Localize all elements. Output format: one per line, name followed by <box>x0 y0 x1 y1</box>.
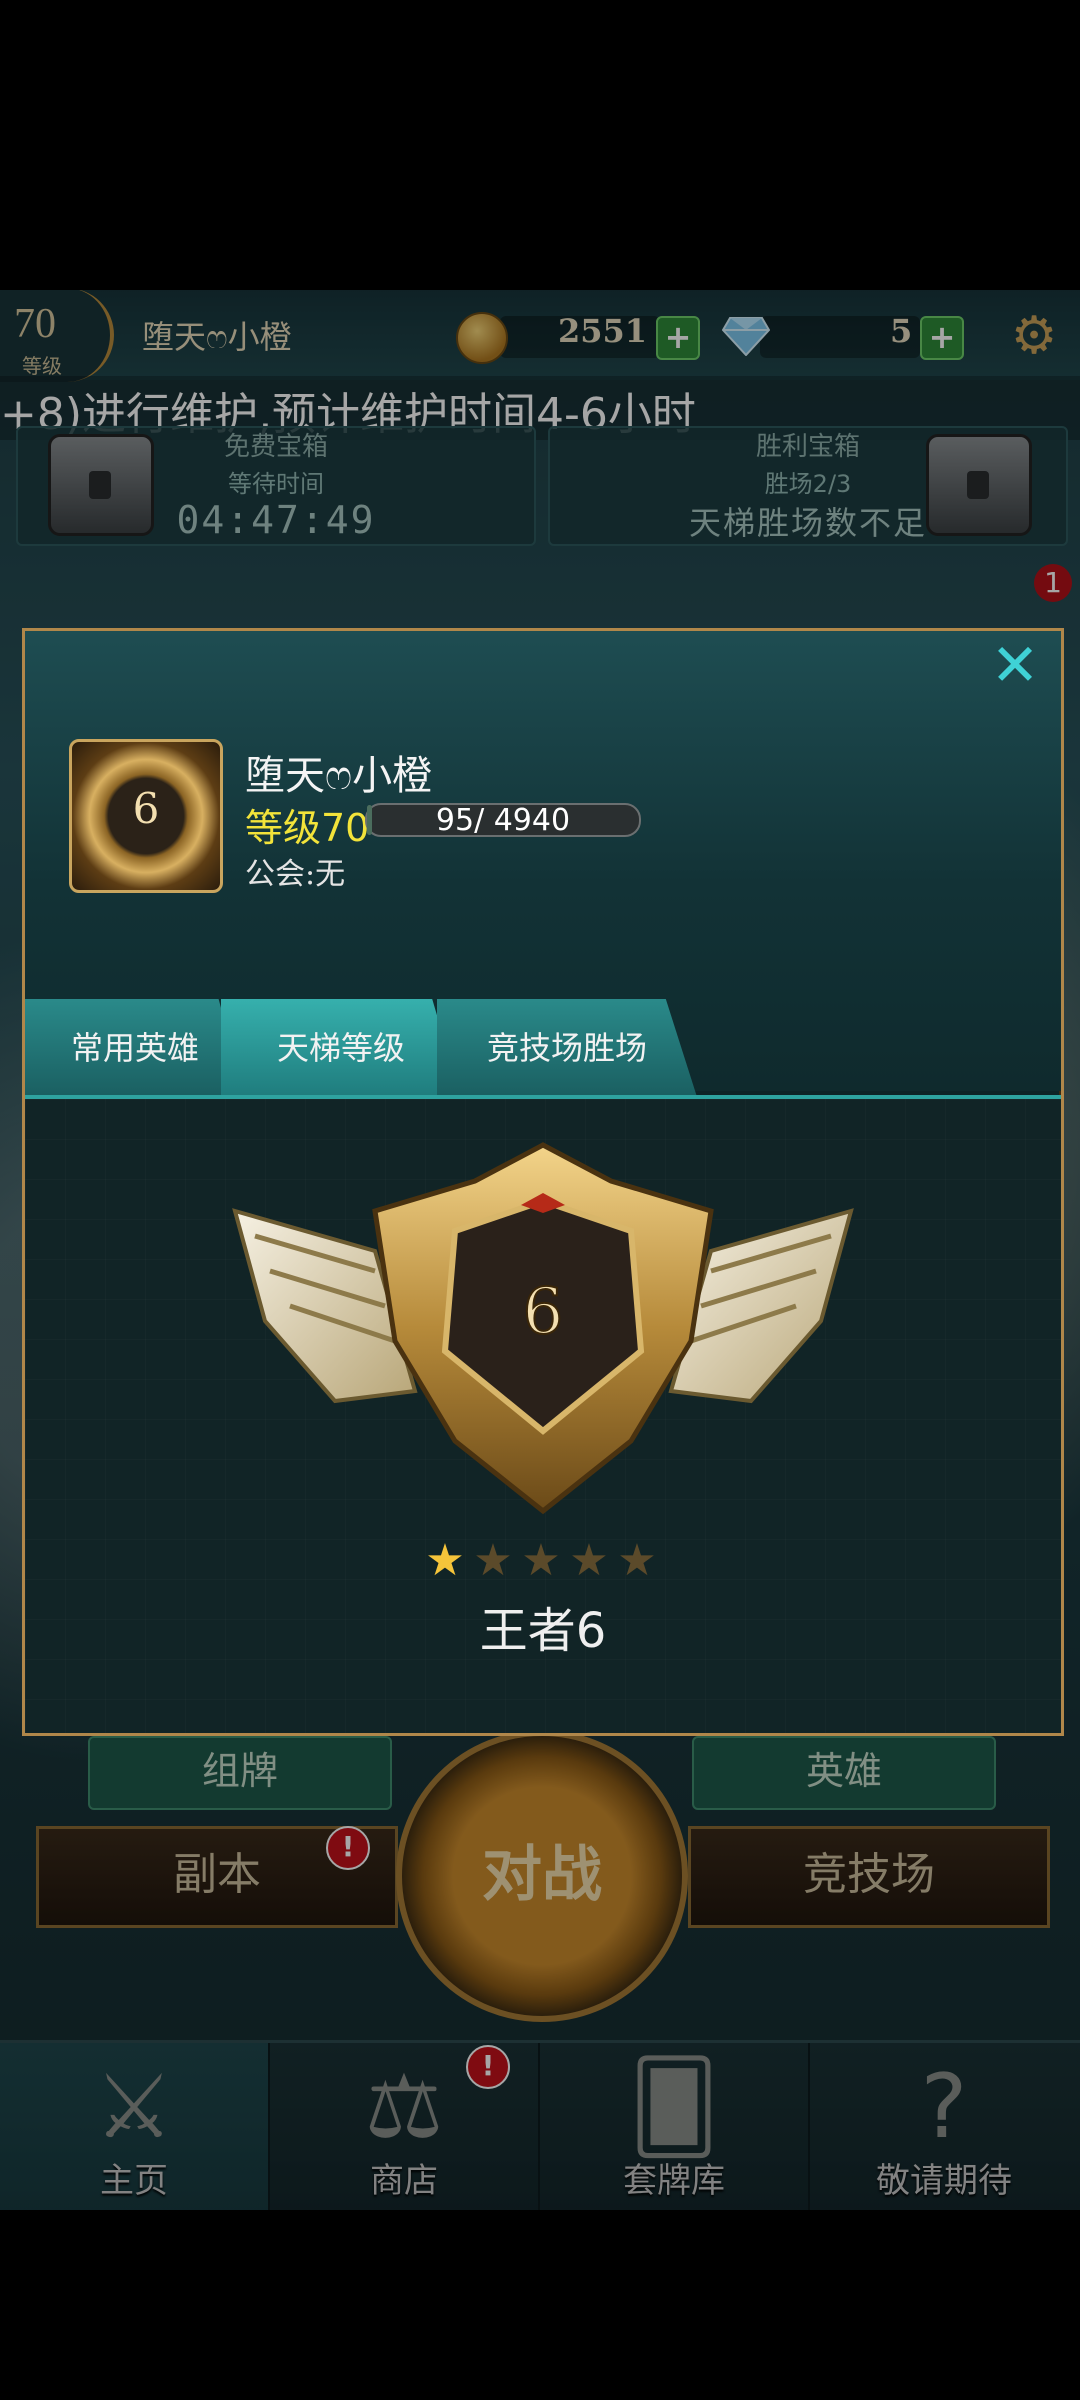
xp-text: 95/ 4940 <box>435 803 571 838</box>
game-screen: 70 等级 堕天ෆ小橙 2551 + 5 + ⚙ +8)进行维护,预计维护时间4… <box>0 290 1080 2210</box>
emblem-rank-number: 6 <box>523 1275 564 1349</box>
rank-stars: ★ ★ ★ ★ ★ <box>423 1539 663 1585</box>
rank-title: 王者6 <box>479 1603 607 1659</box>
star-empty-icon: ★ <box>569 1535 609 1586</box>
avatar[interactable]: 6 <box>69 739 223 893</box>
close-icon[interactable]: ✕ <box>987 636 1043 694</box>
rank-emblem-icon: 6 <box>232 1142 854 1515</box>
xp-bar: 95/ 4940 <box>365 803 641 838</box>
star-filled-icon: ★ <box>425 1535 465 1586</box>
profile-name: 堕天ෆ小橙 <box>245 753 433 799</box>
star-empty-icon: ★ <box>473 1535 513 1586</box>
tab-ladder-rank[interactable]: 天梯等级 <box>221 999 461 1097</box>
profile-tabs: 常用英雄 天梯等级 竞技场胜场 <box>25 999 1061 1097</box>
star-empty-icon: ★ <box>521 1535 561 1586</box>
profile-modal: ✕ 6 堕天ෆ小橙 等级70 95/ 4940 公会:无 常用英雄 天梯等级 竞… <box>22 628 1064 1736</box>
tab-arena-wins[interactable]: 竞技场胜场 <box>437 999 697 1097</box>
avatar-rank: 6 <box>132 784 160 833</box>
tab-favorite-heroes[interactable]: 常用英雄 <box>25 999 245 1097</box>
guild-text: 公会:无 <box>245 857 346 892</box>
profile-level: 等级70 <box>245 806 370 850</box>
star-empty-icon: ★ <box>617 1535 657 1586</box>
